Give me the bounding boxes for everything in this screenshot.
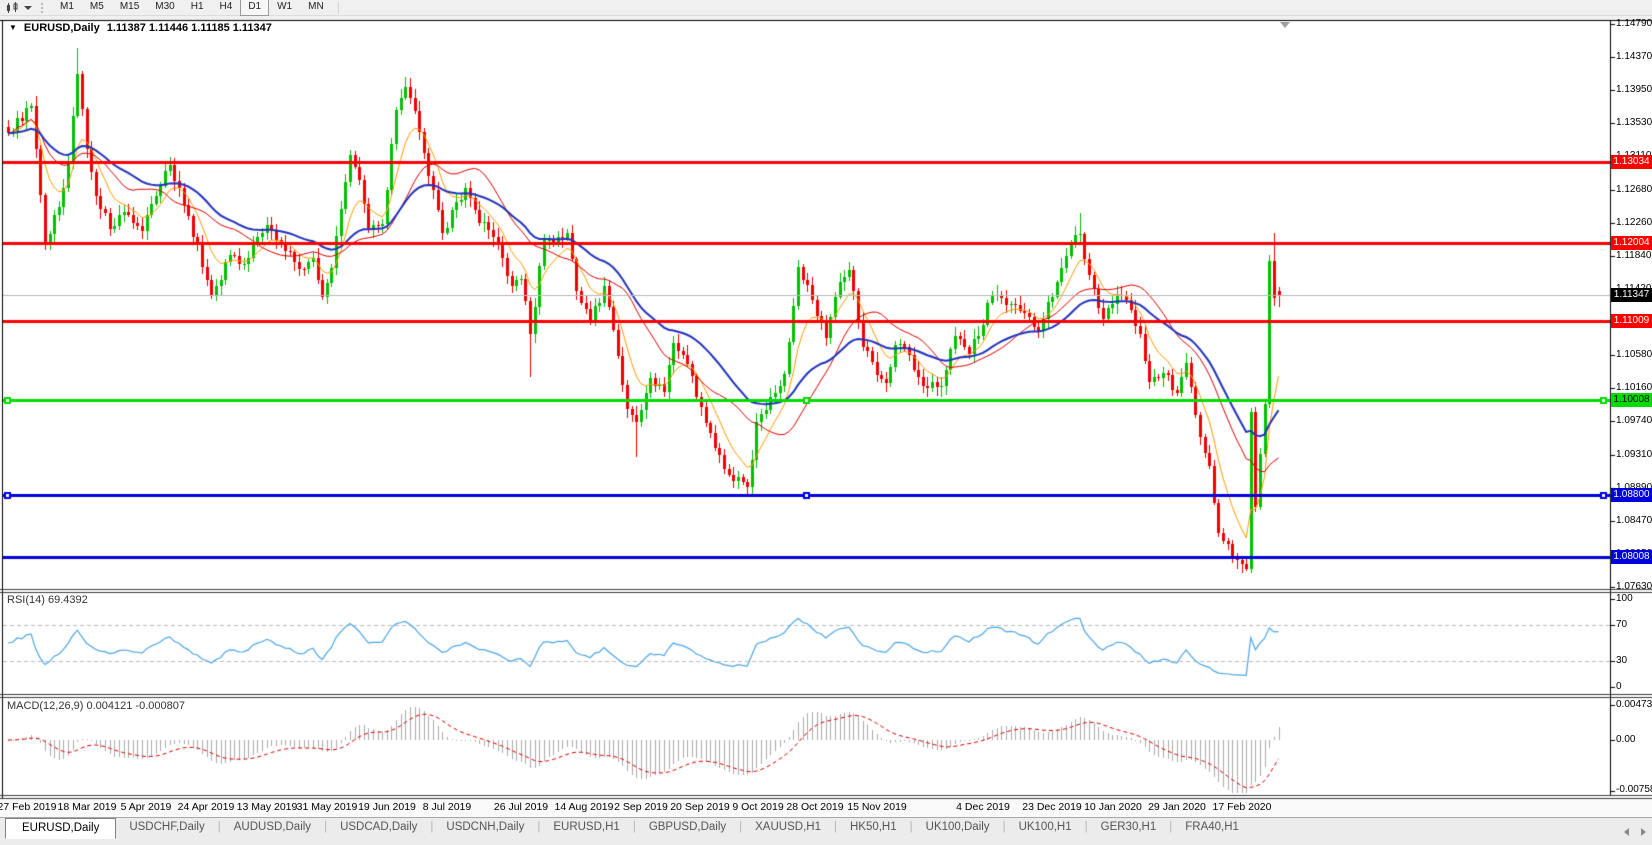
symbol-tab[interactable]: AUDUSD,Daily [221, 818, 324, 837]
timeframe-button-d1[interactable]: D1 [240, 0, 270, 16]
timeframe-button-m5[interactable]: M5 [82, 0, 112, 16]
symbol-tab-bar: EURUSD,Daily USDCHF,Daily | AUDUSD,Daily | US… [0, 817, 1652, 845]
timeframe-button-m1[interactable]: M1 [52, 0, 82, 16]
symbol-dropdown-icon[interactable]: ▼ [9, 23, 17, 32]
chart-title-ohlc: 1.11387 1.11446 1.11185 1.11347 [106, 22, 272, 34]
symbol-tab[interactable]: UK100,Daily [913, 818, 1003, 837]
timeframe-toolbar: M1 M5 M15 M30 H1 H4 D1 W1 MN [0, 0, 1652, 16]
symbol-tab[interactable]: XAUUSD,H1 [742, 818, 834, 837]
tab-scroll-controls [1624, 828, 1646, 836]
toolbar-separator [337, 1, 339, 14]
timeframe-buttons: M1 M5 M15 M30 H1 H4 D1 W1 MN [52, 0, 332, 16]
symbol-tab[interactable]: GBPUSD,Daily [636, 818, 739, 837]
symbol-tab[interactable]: EURUSD,H1 [540, 818, 632, 837]
timeframe-button-m30[interactable]: M30 [147, 0, 182, 16]
timeframe-button-w1[interactable]: W1 [269, 0, 300, 16]
macd-indicator-label: MACD(12,26,9) 0.004121 -0.000807 [7, 700, 185, 712]
chart-overlay: ▼ EURUSD,Daily 1.11387 1.11446 1.11185 1… [0, 0, 1652, 845]
rsi-indicator-label: RSI(14) 69.4392 [7, 594, 88, 606]
tab-list: EURUSD,Daily USDCHF,Daily | AUDUSD,Daily | US… [0, 818, 1252, 839]
timeframe-button-m15[interactable]: M15 [112, 0, 147, 16]
timeframe-button-h1[interactable]: H1 [183, 0, 212, 16]
symbol-tab[interactable]: USDCHF,Daily [116, 818, 217, 837]
tab-scroll-right-icon[interactable] [1641, 828, 1646, 836]
symbol-tab[interactable]: HK50,H1 [837, 818, 910, 837]
time-axis[interactable] [0, 797, 1610, 816]
symbol-tab[interactable]: USDCNH,Daily [433, 818, 537, 837]
symbol-tab[interactable]: UK100,H1 [1006, 818, 1085, 837]
timeframe-button-h4[interactable]: H4 [212, 0, 241, 16]
symbol-tab[interactable]: FRA40,H1 [1172, 818, 1252, 837]
toolbar-grip[interactable] [41, 2, 45, 13]
timeframe-button-mn[interactable]: MN [300, 0, 332, 16]
chart-shift-marker-icon [1280, 22, 1290, 28]
chart-type-dropdown-icon[interactable] [24, 5, 32, 10]
chart-title: ▼ EURUSD,Daily 1.11387 1.11446 1.11185 1… [9, 22, 272, 34]
trading-app-window: M1 M5 M15 M30 H1 H4 D1 W1 MN ▼ EURUSD,Daily 1.11… [0, 0, 1652, 845]
symbol-tab[interactable]: EURUSD,Daily [5, 818, 117, 839]
chart-title-symbol: EURUSD,Daily [23, 22, 100, 34]
chart-type-icon[interactable] [4, 1, 22, 14]
symbol-tab[interactable]: GER30,H1 [1088, 818, 1170, 837]
symbol-tab[interactable]: USDCAD,Daily [327, 818, 430, 837]
price-axis[interactable] [1611, 20, 1652, 795]
tab-scroll-left-icon[interactable] [1624, 828, 1629, 836]
